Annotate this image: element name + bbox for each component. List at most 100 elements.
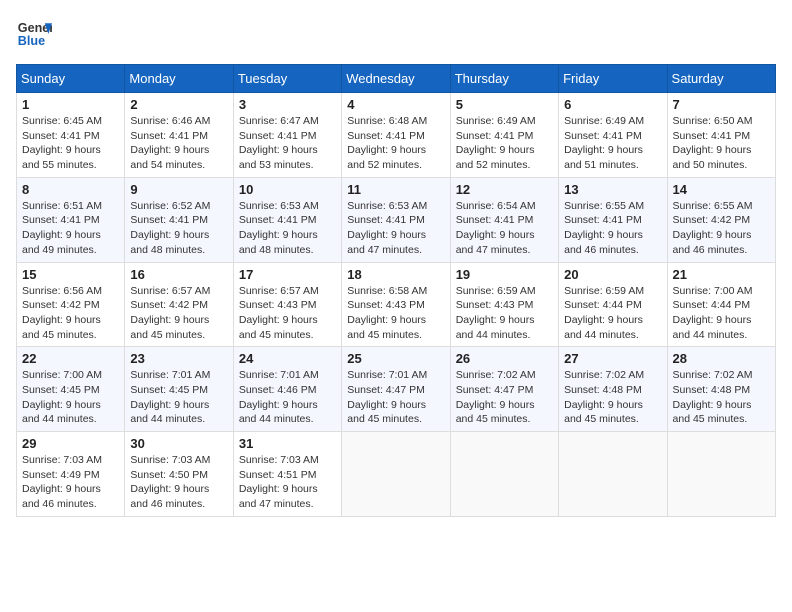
cell-info: Sunrise: 6:46 AMSunset: 4:41 PMDaylight:… [130,115,210,171]
day-number: 30 [130,436,227,451]
day-number: 18 [347,267,444,282]
day-number: 14 [673,182,770,197]
calendar-cell: 5 Sunrise: 6:49 AMSunset: 4:41 PMDayligh… [450,93,558,178]
calendar-cell: 1 Sunrise: 6:45 AMSunset: 4:41 PMDayligh… [17,93,125,178]
calendar-cell: 21 Sunrise: 7:00 AMSunset: 4:44 PMDaylig… [667,262,775,347]
day-number: 17 [239,267,336,282]
calendar-cell: 29 Sunrise: 7:03 AMSunset: 4:49 PMDaylig… [17,432,125,517]
cell-info: Sunrise: 6:53 AMSunset: 4:41 PMDaylight:… [239,200,319,256]
day-number: 4 [347,97,444,112]
day-number: 20 [564,267,661,282]
day-number: 25 [347,351,444,366]
calendar-cell: 2 Sunrise: 6:46 AMSunset: 4:41 PMDayligh… [125,93,233,178]
day-number: 24 [239,351,336,366]
cell-info: Sunrise: 6:57 AMSunset: 4:43 PMDaylight:… [239,285,319,341]
day-number: 5 [456,97,553,112]
day-number: 2 [130,97,227,112]
day-number: 19 [456,267,553,282]
calendar-cell: 8 Sunrise: 6:51 AMSunset: 4:41 PMDayligh… [17,177,125,262]
cell-info: Sunrise: 6:54 AMSunset: 4:41 PMDaylight:… [456,200,536,256]
cell-info: Sunrise: 6:45 AMSunset: 4:41 PMDaylight:… [22,115,102,171]
cell-info: Sunrise: 7:01 AMSunset: 4:46 PMDaylight:… [239,369,319,425]
day-number: 23 [130,351,227,366]
day-number: 31 [239,436,336,451]
day-number: 9 [130,182,227,197]
cell-info: Sunrise: 6:49 AMSunset: 4:41 PMDaylight:… [456,115,536,171]
cell-info: Sunrise: 7:02 AMSunset: 4:48 PMDaylight:… [673,369,753,425]
cell-info: Sunrise: 7:03 AMSunset: 4:51 PMDaylight:… [239,454,319,510]
day-number: 1 [22,97,119,112]
cell-info: Sunrise: 6:57 AMSunset: 4:42 PMDaylight:… [130,285,210,341]
calendar-cell: 6 Sunrise: 6:49 AMSunset: 4:41 PMDayligh… [559,93,667,178]
calendar-cell: 24 Sunrise: 7:01 AMSunset: 4:46 PMDaylig… [233,347,341,432]
day-number: 29 [22,436,119,451]
day-number: 21 [673,267,770,282]
calendar-cell: 27 Sunrise: 7:02 AMSunset: 4:48 PMDaylig… [559,347,667,432]
calendar-cell: 3 Sunrise: 6:47 AMSunset: 4:41 PMDayligh… [233,93,341,178]
cell-info: Sunrise: 6:51 AMSunset: 4:41 PMDaylight:… [22,200,102,256]
calendar-cell: 31 Sunrise: 7:03 AMSunset: 4:51 PMDaylig… [233,432,341,517]
calendar-cell: 15 Sunrise: 6:56 AMSunset: 4:42 PMDaylig… [17,262,125,347]
day-number: 10 [239,182,336,197]
cell-info: Sunrise: 6:48 AMSunset: 4:41 PMDaylight:… [347,115,427,171]
calendar-cell: 11 Sunrise: 6:53 AMSunset: 4:41 PMDaylig… [342,177,450,262]
calendar-cell: 13 Sunrise: 6:55 AMSunset: 4:41 PMDaylig… [559,177,667,262]
calendar-cell: 4 Sunrise: 6:48 AMSunset: 4:41 PMDayligh… [342,93,450,178]
day-number: 11 [347,182,444,197]
col-header-wednesday: Wednesday [342,65,450,93]
cell-info: Sunrise: 7:00 AMSunset: 4:44 PMDaylight:… [673,285,753,341]
day-number: 7 [673,97,770,112]
svg-text:Blue: Blue [18,34,45,48]
col-header-thursday: Thursday [450,65,558,93]
calendar-cell [559,432,667,517]
day-number: 3 [239,97,336,112]
cell-info: Sunrise: 6:49 AMSunset: 4:41 PMDaylight:… [564,115,644,171]
calendar-cell: 18 Sunrise: 6:58 AMSunset: 4:43 PMDaylig… [342,262,450,347]
cell-info: Sunrise: 7:00 AMSunset: 4:45 PMDaylight:… [22,369,102,425]
calendar-cell: 7 Sunrise: 6:50 AMSunset: 4:41 PMDayligh… [667,93,775,178]
cell-info: Sunrise: 6:55 AMSunset: 4:42 PMDaylight:… [673,200,753,256]
cell-info: Sunrise: 7:03 AMSunset: 4:50 PMDaylight:… [130,454,210,510]
cell-info: Sunrise: 6:55 AMSunset: 4:41 PMDaylight:… [564,200,644,256]
day-number: 26 [456,351,553,366]
cell-info: Sunrise: 6:58 AMSunset: 4:43 PMDaylight:… [347,285,427,341]
col-header-tuesday: Tuesday [233,65,341,93]
page-header: General Blue [16,16,776,52]
cell-info: Sunrise: 6:52 AMSunset: 4:41 PMDaylight:… [130,200,210,256]
day-number: 8 [22,182,119,197]
cell-info: Sunrise: 6:53 AMSunset: 4:41 PMDaylight:… [347,200,427,256]
cell-info: Sunrise: 7:03 AMSunset: 4:49 PMDaylight:… [22,454,102,510]
calendar-cell: 16 Sunrise: 6:57 AMSunset: 4:42 PMDaylig… [125,262,233,347]
cell-info: Sunrise: 7:01 AMSunset: 4:45 PMDaylight:… [130,369,210,425]
cell-info: Sunrise: 6:56 AMSunset: 4:42 PMDaylight:… [22,285,102,341]
cell-info: Sunrise: 7:01 AMSunset: 4:47 PMDaylight:… [347,369,427,425]
calendar-cell: 10 Sunrise: 6:53 AMSunset: 4:41 PMDaylig… [233,177,341,262]
calendar-cell: 26 Sunrise: 7:02 AMSunset: 4:47 PMDaylig… [450,347,558,432]
cell-info: Sunrise: 7:02 AMSunset: 4:47 PMDaylight:… [456,369,536,425]
calendar-cell: 23 Sunrise: 7:01 AMSunset: 4:45 PMDaylig… [125,347,233,432]
day-number: 28 [673,351,770,366]
calendar-cell: 9 Sunrise: 6:52 AMSunset: 4:41 PMDayligh… [125,177,233,262]
calendar-cell [667,432,775,517]
col-header-friday: Friday [559,65,667,93]
col-header-saturday: Saturday [667,65,775,93]
day-number: 27 [564,351,661,366]
calendar-cell: 19 Sunrise: 6:59 AMSunset: 4:43 PMDaylig… [450,262,558,347]
calendar-cell: 22 Sunrise: 7:00 AMSunset: 4:45 PMDaylig… [17,347,125,432]
cell-info: Sunrise: 6:47 AMSunset: 4:41 PMDaylight:… [239,115,319,171]
day-number: 16 [130,267,227,282]
cell-info: Sunrise: 6:59 AMSunset: 4:44 PMDaylight:… [564,285,644,341]
calendar-table: SundayMondayTuesdayWednesdayThursdayFrid… [16,64,776,517]
calendar-cell: 17 Sunrise: 6:57 AMSunset: 4:43 PMDaylig… [233,262,341,347]
day-number: 22 [22,351,119,366]
day-number: 12 [456,182,553,197]
logo-icon: General Blue [16,16,52,52]
logo: General Blue [16,16,52,52]
cell-info: Sunrise: 6:50 AMSunset: 4:41 PMDaylight:… [673,115,753,171]
cell-info: Sunrise: 7:02 AMSunset: 4:48 PMDaylight:… [564,369,644,425]
calendar-cell: 25 Sunrise: 7:01 AMSunset: 4:47 PMDaylig… [342,347,450,432]
day-number: 6 [564,97,661,112]
calendar-cell: 12 Sunrise: 6:54 AMSunset: 4:41 PMDaylig… [450,177,558,262]
cell-info: Sunrise: 6:59 AMSunset: 4:43 PMDaylight:… [456,285,536,341]
calendar-cell: 14 Sunrise: 6:55 AMSunset: 4:42 PMDaylig… [667,177,775,262]
